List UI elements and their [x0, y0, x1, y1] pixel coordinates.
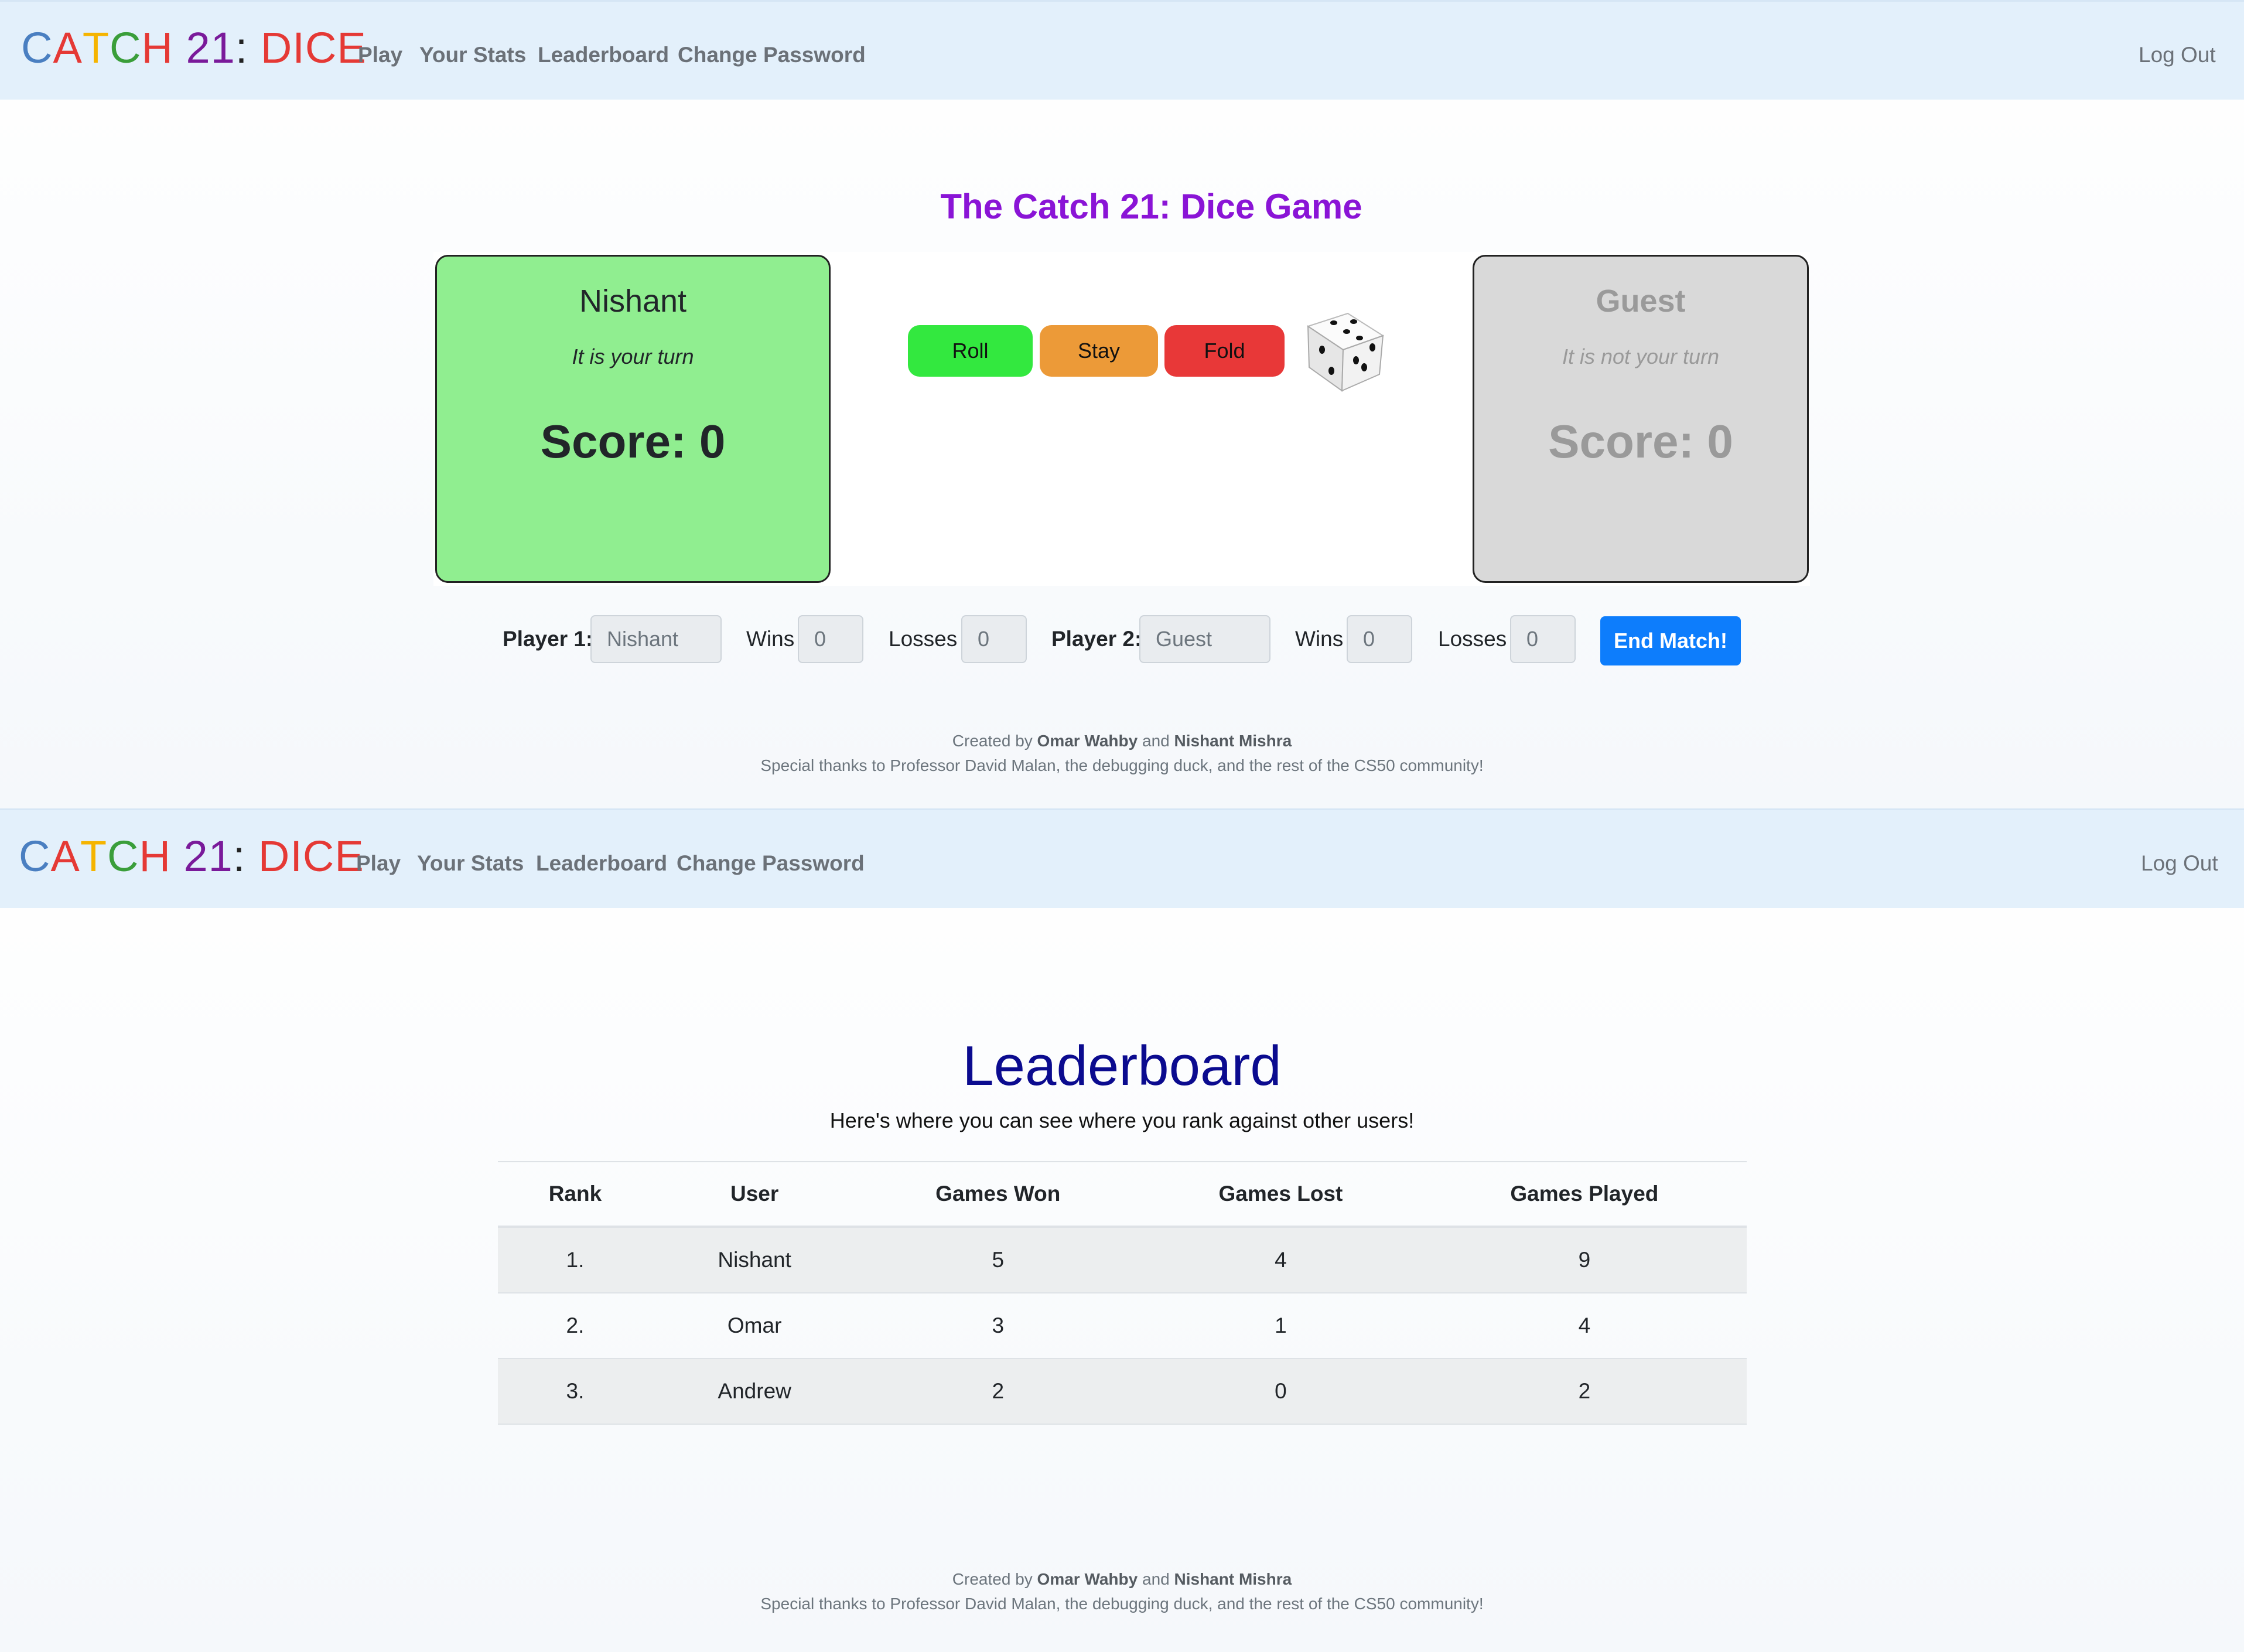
player1-input[interactable]: Nishant	[590, 615, 722, 663]
brand-letter: 21	[170, 832, 233, 880]
wins1-input[interactable]: 0	[798, 615, 863, 663]
leaderboard-table: Rank User Games Won Games Lost Games Pla…	[498, 1161, 1747, 1425]
nav-your-stats[interactable]: Your Stats	[419, 43, 526, 67]
player1-label: Player 1:	[503, 627, 593, 651]
nav-log-out[interactable]: Log Out	[2139, 43, 2216, 67]
stay-button[interactable]: Stay	[1040, 325, 1158, 377]
player1-card: Nishant It is your turn Score: 0	[435, 255, 831, 583]
player2-input[interactable]: Guest	[1139, 615, 1270, 663]
brand-letter: C	[19, 832, 51, 880]
brand-letter: 21	[173, 23, 235, 72]
footer-thanks: Special thanks to Professor David Malan,…	[760, 1595, 1484, 1613]
play-page: CATCH 21: DICE Play Your Stats Leaderboa…	[0, 0, 2244, 808]
footer-thanks: Special thanks to Professor David Malan,…	[760, 756, 1484, 774]
wins1-label: Wins	[746, 627, 795, 651]
brand-letter: T	[82, 23, 110, 72]
column-header: Games Won	[856, 1161, 1140, 1228]
author-nishant: Nishant Mishra	[1174, 1570, 1292, 1588]
brand-letter: C	[110, 23, 142, 72]
navbar: CATCH 21: DICE Play Your Stats Leaderboa…	[0, 0, 2244, 100]
games-won-cell: 3	[856, 1293, 1140, 1359]
games-played-cell: 2	[1422, 1359, 1747, 1425]
brand-letter: H	[141, 23, 173, 72]
game-title: The Catch 21: Dice Game	[940, 187, 1362, 226]
games-won-cell: 2	[856, 1359, 1140, 1425]
losses1-label: Losses	[889, 627, 958, 651]
games-lost-cell: 1	[1139, 1293, 1422, 1359]
rank-cell: 2.	[498, 1293, 653, 1359]
column-header: Games Played	[1422, 1161, 1747, 1228]
author-omar: Omar Wahby	[1037, 732, 1138, 750]
footer-credits: Created by Omar Wahby and Nishant Mishra	[952, 732, 1292, 750]
brand-letter: T	[80, 832, 108, 880]
user-cell: Omar	[652, 1293, 857, 1359]
brand-logo[interactable]: CATCH 21: DICE	[21, 23, 367, 73]
brand-letter: C	[21, 23, 53, 72]
nav-leaderboard[interactable]: Leaderboard	[536, 851, 667, 876]
losses2-input[interactable]: 0	[1510, 615, 1576, 663]
player1-name: Nishant	[579, 284, 687, 319]
player2-card: Guest It is not your turn Score: 0	[1473, 255, 1809, 583]
brand-letter: H	[139, 832, 171, 880]
losses1-input[interactable]: 0	[961, 615, 1027, 663]
nav-play[interactable]: Play	[356, 851, 401, 876]
end-match-button[interactable]: End Match!	[1600, 616, 1741, 665]
footer: Created by Omar Wahby and Nishant Mishra…	[0, 729, 2244, 778]
brand-letter: DICE	[260, 23, 367, 72]
player2-turn-status: It is not your turn	[1562, 344, 1720, 368]
navbar: CATCH 21: DICE Play Your Stats Leaderboa…	[0, 808, 2244, 908]
brand-letter: A	[53, 23, 83, 72]
dice-icon[interactable]	[1297, 302, 1391, 395]
nav-play[interactable]: Play	[358, 43, 402, 67]
wins2-input[interactable]: 0	[1347, 615, 1412, 663]
player2-score: Score: 0	[1548, 415, 1733, 467]
nav-change-password[interactable]: Change Password	[678, 43, 866, 67]
games-played-cell: 9	[1422, 1227, 1747, 1293]
footer-credits: Created by Omar Wahby and Nishant Mishra	[952, 1570, 1292, 1588]
games-lost-cell: 0	[1139, 1359, 1422, 1425]
roll-button[interactable]: Roll	[908, 325, 1033, 377]
brand-letter: DICE	[258, 832, 364, 880]
player1-score: Score: 0	[540, 415, 726, 467]
nav-change-password[interactable]: Change Password	[677, 851, 865, 876]
leaderboard-title: Leaderboard	[962, 1035, 1282, 1097]
losses2-label: Losses	[1438, 627, 1507, 651]
user-cell: Nishant	[652, 1227, 857, 1293]
column-header: Rank	[498, 1161, 653, 1228]
brand-logo[interactable]: CATCH 21: DICE	[19, 831, 364, 881]
nav-your-stats[interactable]: Your Stats	[417, 851, 524, 876]
leaderboard-subtitle: Here's where you can see where you rank …	[829, 1108, 1415, 1132]
games-won-cell: 5	[856, 1227, 1140, 1293]
rank-cell: 1.	[498, 1227, 653, 1293]
leaderboard-page: CATCH 21: DICE Play Your Stats Leaderboa…	[0, 808, 2244, 1652]
rank-cell: 3.	[498, 1359, 653, 1425]
author-omar: Omar Wahby	[1037, 1570, 1138, 1588]
brand-letter: :	[235, 23, 261, 72]
table-header-row: Rank User Games Won Games Lost Games Pla…	[498, 1161, 1747, 1228]
games-played-cell: 4	[1422, 1293, 1747, 1359]
column-header: Games Lost	[1139, 1161, 1422, 1228]
table-row: 3. Andrew 2 0 2	[498, 1359, 1747, 1425]
column-header: User	[652, 1161, 857, 1228]
brand-letter: :	[233, 832, 258, 880]
author-nishant: Nishant Mishra	[1174, 732, 1292, 750]
table-row: 1. Nishant 5 4 9	[498, 1227, 1747, 1293]
player2-label: Player 2:	[1051, 627, 1142, 651]
user-cell: Andrew	[652, 1359, 857, 1425]
nav-leaderboard[interactable]: Leaderboard	[538, 43, 669, 67]
fold-button[interactable]: Fold	[1164, 325, 1285, 377]
player2-name: Guest	[1596, 284, 1686, 319]
games-lost-cell: 4	[1139, 1227, 1422, 1293]
footer: Created by Omar Wahby and Nishant Mishra…	[0, 1567, 2244, 1616]
brand-letter: C	[107, 832, 139, 880]
wins2-label: Wins	[1295, 627, 1344, 651]
nav-log-out[interactable]: Log Out	[2141, 851, 2218, 876]
table-row: 2. Omar 3 1 4	[498, 1293, 1747, 1359]
brand-letter: A	[50, 832, 80, 880]
player1-turn-status: It is your turn	[572, 344, 694, 368]
